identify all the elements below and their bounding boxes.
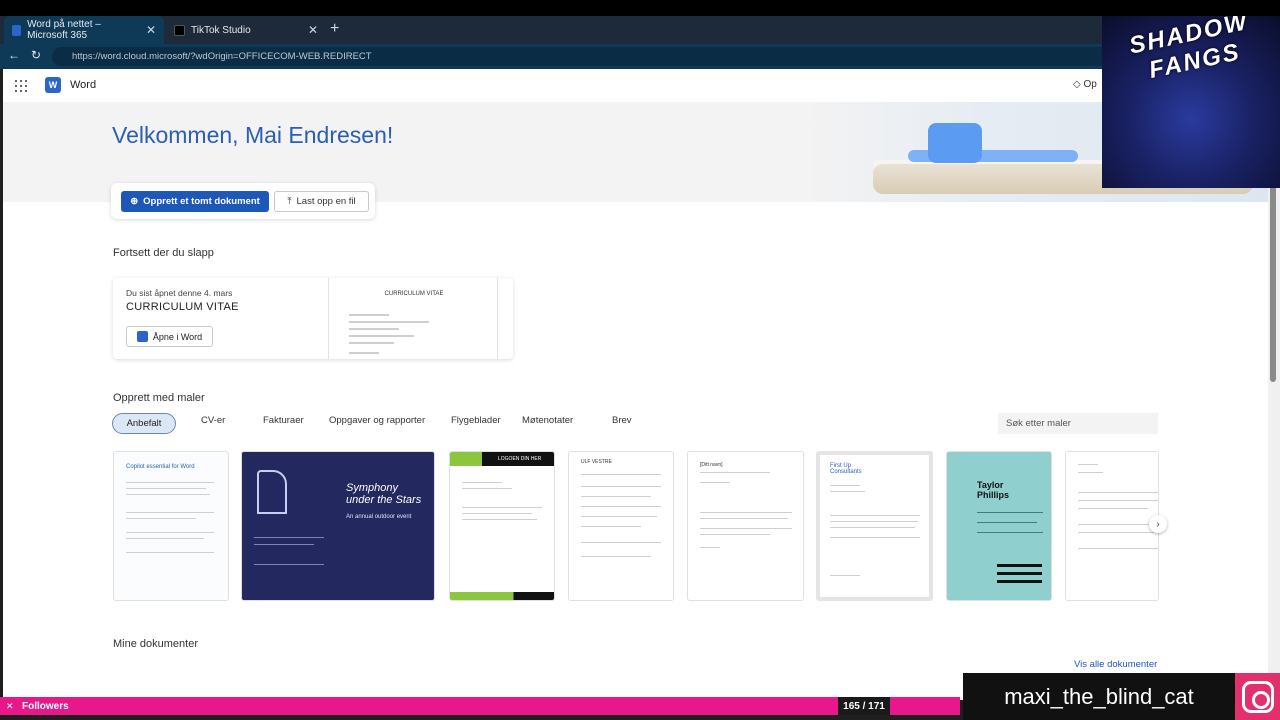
url-text: https://word.cloud.microsoft/?wdOrigin=O… (72, 51, 372, 62)
template-tab-oppgaver[interactable]: Oppgaver og rapporter (329, 415, 425, 426)
back-icon[interactable]: ← (8, 48, 20, 62)
upload-icon: ⤒ (287, 196, 292, 207)
next-templates-icon[interactable]: › (1149, 515, 1167, 533)
create-blank-document-button[interactable]: ⊕ Opprett et tomt dokument (121, 191, 269, 212)
welcome-heading: Velkommen, Mai Endresen! (112, 122, 394, 148)
word-logo-icon: W (45, 77, 61, 93)
browser-tab-tiktok[interactable]: TikTok Studio ✕ (166, 16, 326, 44)
followers-label: Followers (22, 700, 69, 712)
app-launcher-icon[interactable] (15, 80, 27, 92)
my-documents-title: Mine dokumenter (113, 638, 198, 650)
open-in-word-button[interactable]: Åpne i Word (126, 326, 213, 347)
template-tab-flygeblader[interactable]: Flygeblader (451, 415, 501, 426)
premium-link[interactable]: ◇ Op (1073, 79, 1097, 90)
template-card[interactable]: [Ditt navn] (687, 451, 804, 601)
template-card[interactable] (1065, 451, 1159, 601)
followers-bar: Followers (0, 697, 960, 715)
recent-document-card[interactable]: Du sist åpnet denne 4. mars CURRICULUM V… (113, 278, 513, 359)
document-thumbnail: CURRICULUM VITAE (328, 278, 498, 359)
new-tab-icon[interactable]: + (330, 20, 339, 38)
shadow-fangs-logo: SHADOW FANGS (1102, 16, 1280, 188)
template-tab-cv[interactable]: CV-er (201, 415, 225, 426)
close-tab-icon[interactable]: ✕ (308, 23, 318, 37)
plus-circle-icon: ⊕ (130, 196, 139, 207)
tab-title: Word på nettet – Microsoft 365 (27, 19, 101, 41)
template-tab-brev[interactable]: Brev (612, 415, 632, 426)
template-tab-anbefalt[interactable]: Anbefalt (112, 413, 176, 434)
url-field[interactable]: https://word.cloud.microsoft/?wdOrigin=O… (52, 47, 1112, 66)
document-icon (928, 123, 982, 163)
word-page: W Word ◇ Op Velkommen, Mai Endresen! ⊕ O… (3, 69, 1268, 700)
see-all-documents-link[interactable]: Vis alle dokumenter (1074, 659, 1157, 670)
followers-bar-icon: ✕ (6, 701, 14, 711)
app-header: W Word ◇ Op (3, 69, 1268, 102)
template-search-input[interactable]: Søk etter maler (998, 413, 1158, 434)
template-tab-motenotater[interactable]: Møtenotater (522, 415, 573, 426)
recent-document-title: CURRICULUM VITAE (126, 301, 239, 313)
template-card[interactable]: Symphony under the Stars An annual outdo… (241, 451, 435, 601)
app-name: Word (70, 79, 97, 91)
template-card[interactable]: Taylor Phillips (946, 451, 1052, 601)
continue-section-title: Fortsett der du slapp (113, 247, 214, 259)
tab-title: TikTok Studio (191, 24, 251, 36)
action-card: ⊕ Opprett et tomt dokument ⤒ Last opp en… (111, 183, 375, 219)
reload-icon[interactable]: ↻ (31, 48, 41, 62)
instagram-icon (1235, 673, 1280, 720)
top-strip (0, 0, 1280, 16)
word-icon (136, 331, 148, 342)
close-tab-icon[interactable]: ✕ (146, 23, 156, 37)
browser-tab-bar: Word på nettet – Microsoft 365 ✕ TikTok … (0, 16, 1280, 44)
upload-file-button[interactable]: ⤒ Last opp en fil (274, 191, 369, 212)
templates-section-title: Opprett med maler (113, 392, 205, 404)
template-card[interactable]: LOGOEN DIN HER (449, 451, 555, 601)
last-opened-text: Du sist åpnet denne 4. mars (126, 288, 233, 298)
tiktok-favicon-icon (174, 24, 185, 36)
template-card[interactable]: Copilot essential for Word (113, 451, 229, 601)
template-card[interactable]: ULF VESTRE (568, 451, 674, 601)
template-tab-fakturaer[interactable]: Fakturaer (263, 415, 304, 426)
streamer-username: maxi_the_blind_cat (963, 673, 1235, 720)
word-favicon-icon (12, 24, 22, 36)
template-card[interactable]: First Up Consultants (816, 451, 933, 601)
browser-tab-word[interactable]: Word på nettet – Microsoft 365 ✕ (4, 16, 164, 44)
followers-count: 165 / 171 (838, 697, 890, 715)
